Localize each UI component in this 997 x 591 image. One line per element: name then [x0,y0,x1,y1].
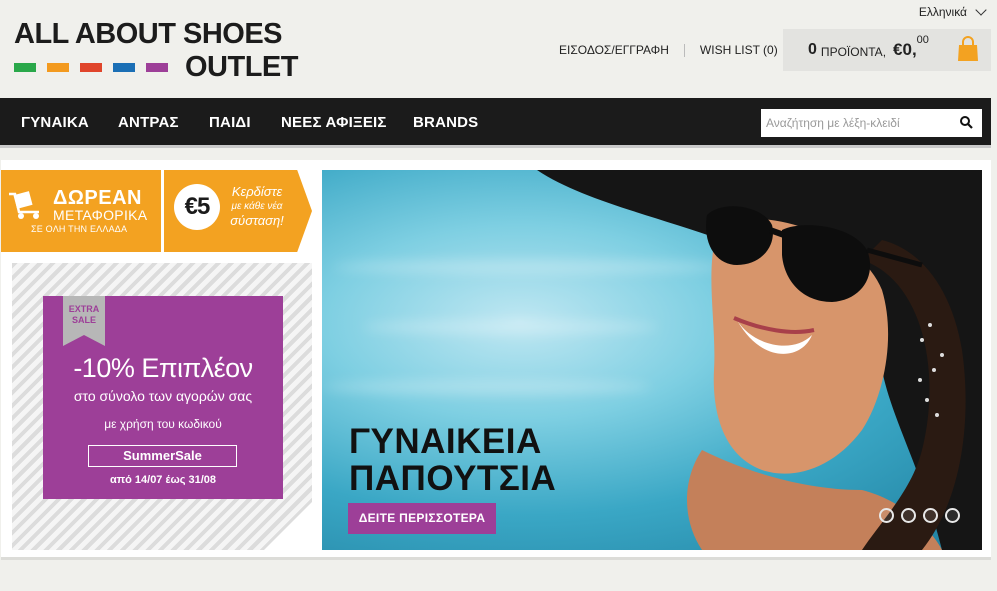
slider-dot[interactable] [945,508,960,523]
nav-item-new-arrivals[interactable]: ΝΕΕΣ ΑΦΙΞΕΙΣ [281,114,387,131]
logo-line1: ALL ABOUT SHOES [14,18,283,50]
slider-dot[interactable] [879,508,894,523]
language-label: Ελληνικά [918,5,967,19]
main-navigation: ΓΥΝΑΙΚΑ ΑΝΤΡΑΣ ΠΑΙΔΙ ΝΕΕΣ ΑΦΙΞΕΙΣ BRANDS [0,98,991,148]
referral-line1: Κερδίστε [231,184,283,199]
delivery-cart-icon [9,191,39,219]
promo-code: SummerSale [88,445,237,467]
logo-swatch-green [14,62,36,72]
logo-line2: OUTLET [185,51,299,83]
logo-swatch-purple [146,62,168,72]
nav-item-kids[interactable]: ΠΑΙΔΙ [209,114,251,131]
hero-title-line2: ΠΑΠΟΥΤΣΙΑ [349,459,557,498]
hero-slider[interactable]: ΓΥΝΑΙΚΕΙΑ ΠΑΠΟΥΤΣΙΑ ΔΕΙΤΕ ΠΕΡΙΣΣΟΤΕΡΑ [322,170,982,550]
cart-count: 0 [808,41,817,58]
wishlist-link[interactable]: WISH LIST (0) [700,43,778,57]
nav-item-men[interactable]: ΑΝΤΡΑΣ [118,114,179,131]
shipping-note: ΣΕ ΟΛΗ ΤΗΝ ΕΛΛΑΔΑ [31,224,128,234]
sale-dates: από 14/07 έως 31/08 [109,474,217,486]
referral-line3: σύσταση! [230,213,284,228]
ribbon-line1: EXTRA [68,304,100,314]
sale-headline: -10% Επιπλέον [73,353,253,383]
referral-banner[interactable]: €5 Κερδίστε με κάθε νέα σύσταση! [164,170,312,252]
see-more-button[interactable]: ΔΕΙΤΕ ΠΕΡΙΣΣΟΤΕΡΑ [348,503,496,534]
referral-text: Κερδίστε με κάθε νέα σύσταση! [224,184,290,228]
free-shipping-banner[interactable]: ΔΩΡΕΑΝ ΜΕΤΑΦΟΡΙΚΑ ΣΕ ΟΛΗ ΤΗΝ ΕΛΛΑΔΑ [1,170,161,252]
cart-total: €0,00 [893,34,929,60]
shopping-bag-icon[interactable] [957,36,979,62]
cart-total-main: €0, [893,40,917,59]
referral-line2: με κάθε νέα [231,201,283,212]
hero-title-line1: ΓΥΝΑΙΚΕΙΑ [349,422,542,461]
logo-swatch-blue [113,62,135,72]
slider-dot[interactable] [901,508,916,523]
sale-card: EXTRA SALE -10% Επιπλέον στο σύνολο των … [43,296,283,499]
extra-sale-banner[interactable]: EXTRA SALE -10% Επιπλέον στο σύνολο των … [12,263,312,550]
sale-subtitle: στο σύνολο των αγορών σας [73,388,253,404]
slider-dots [879,508,960,523]
language-selector[interactable]: Ελληνικά [918,4,987,19]
hero-title: ΓΥΝΑΙΚΕΙΑ ΠΑΠΟΥΤΣΙΑ [349,423,556,497]
search-input[interactable] [761,109,951,137]
logo-swatch-orange [47,62,69,72]
page-fold-corner [264,502,312,550]
ribbon-line2: SALE [71,315,96,325]
euro-coin-icon: €5 [174,184,220,230]
search-box [761,109,982,137]
search-icon[interactable] [960,116,973,129]
slider-dot[interactable] [923,508,938,523]
main-content: ΔΩΡΕΑΝ ΜΕΤΑΦΟΡΙΚΑ ΣΕ ΟΛΗ ΤΗΝ ΕΛΛΑΔΑ €5 Κ… [1,160,991,560]
nav-item-brands[interactable]: BRANDS [413,114,478,131]
nav-item-women[interactable]: ΓΥΝΑΙΚΑ [21,114,89,131]
shipping-subtitle: ΜΕΤΑΦΟΡΙΚΑ [53,207,148,223]
login-register-link[interactable]: ΕΙΣΟΔΟΣ/ΕΓΓΡΑΦΗ [559,43,669,57]
cart-total-cents: 00 [916,34,929,46]
sale-code-intro: με χρήση του κωδικού [104,417,222,431]
chevron-down-icon [975,4,987,16]
site-logo[interactable]: ALL ABOUT SHOES OUTLET [14,18,299,83]
cart-products-label: ΠΡΟΪΟΝΤΑ, [820,44,887,59]
extra-sale-ribbon: EXTRA SALE [63,296,105,346]
cart-summary[interactable]: 0 ΠΡΟΪΟΝΤΑ, €0,00 [783,29,991,71]
account-links: ΕΙΣΟΔΟΣ/ΕΓΓΡΑΦΗ WISH LIST (0) [559,43,778,57]
logo-swatch-red [80,62,102,72]
divider [683,43,685,57]
